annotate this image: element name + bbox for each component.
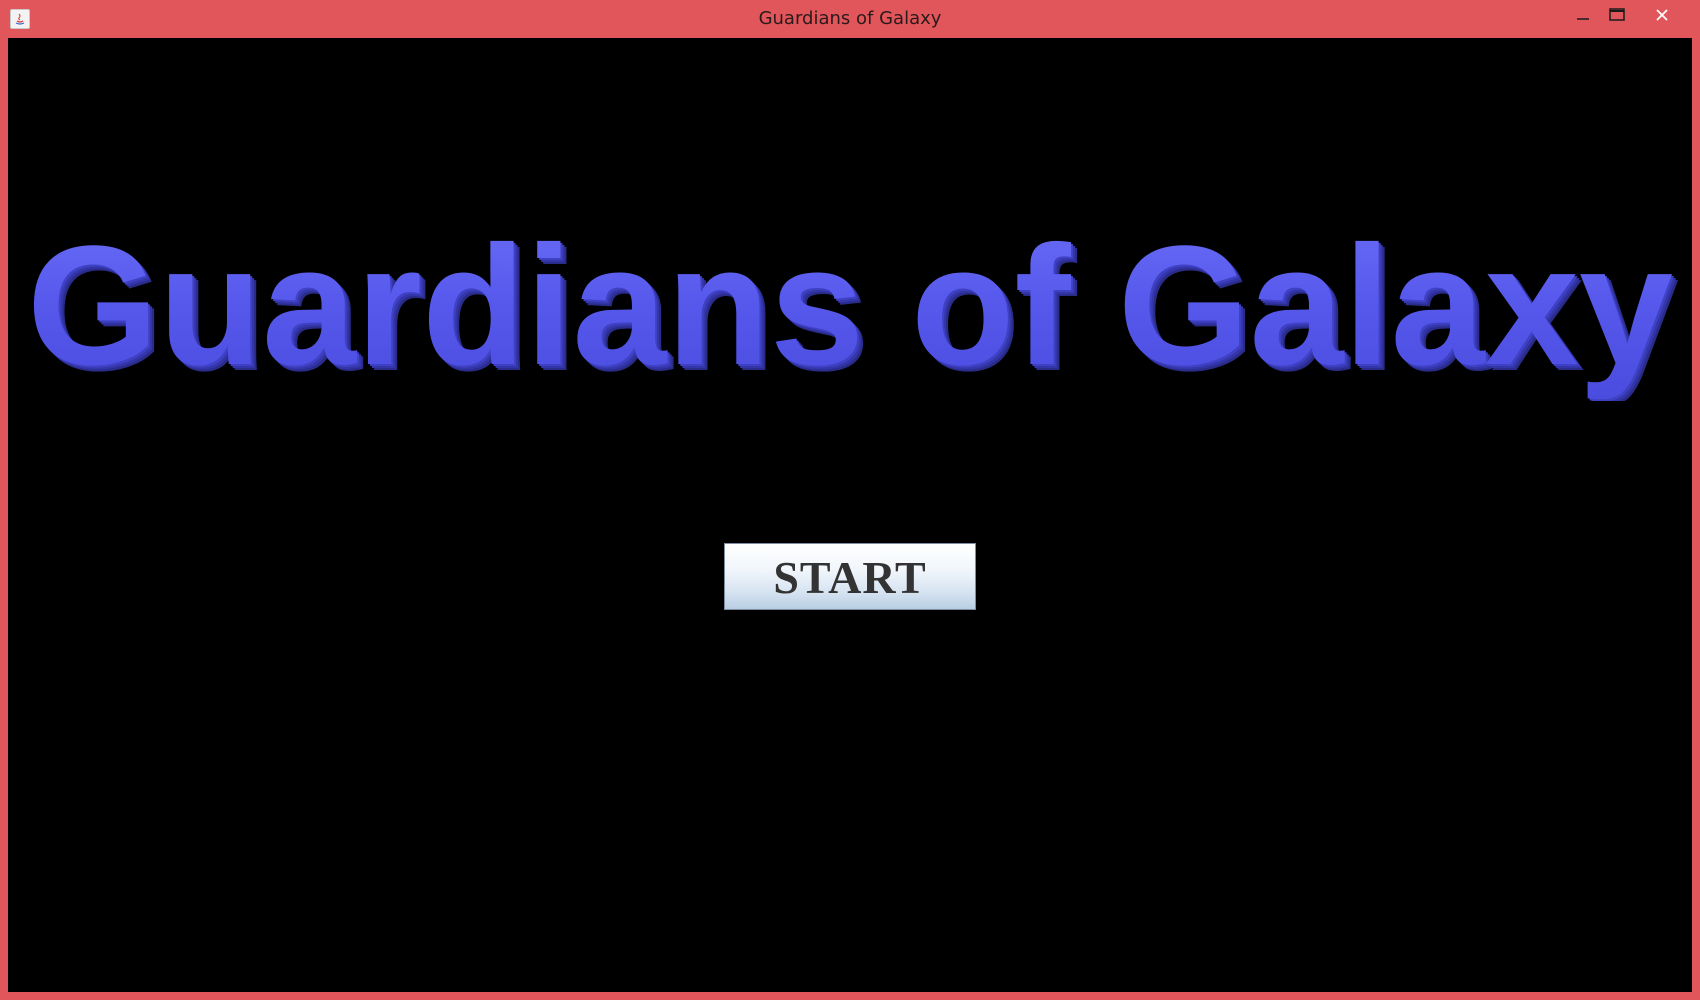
game-title-3d: Guardians of Galaxy Guardians of Galaxy … <box>8 201 1692 401</box>
close-icon <box>1656 9 1668 21</box>
game-title-face: Guardians of Galaxy <box>27 211 1673 401</box>
java-app-icon[interactable] <box>10 9 30 29</box>
maximize-icon <box>1609 8 1625 21</box>
title-bar[interactable]: Guardians of Galaxy <box>0 0 1700 38</box>
app-window: Guardians of Galaxy Guardians of Galaxy … <box>0 0 1700 1000</box>
close-button[interactable] <box>1638 0 1686 30</box>
window-title: Guardians of Galaxy <box>758 8 942 29</box>
start-button[interactable]: START <box>724 543 976 610</box>
maximize-button[interactable] <box>1594 0 1640 30</box>
game-canvas[interactable]: Guardians of Galaxy Guardians of Galaxy … <box>8 38 1692 992</box>
minimize-icon <box>1577 18 1589 20</box>
